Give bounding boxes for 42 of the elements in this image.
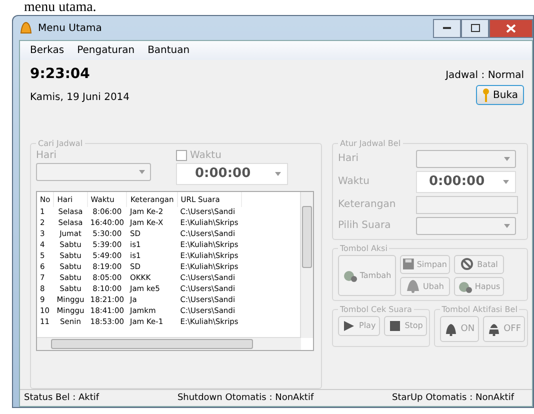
close-icon — [506, 24, 516, 32]
menu-item[interactable]: Bantuan — [148, 45, 190, 56]
group-title: Cari Jadwal — [37, 138, 84, 148]
dropdown-arrow-icon — [275, 172, 281, 176]
stop-icon — [388, 318, 402, 332]
bell-icon — [444, 322, 458, 336]
schedule-status: Jadwal : Normal — [446, 70, 524, 81]
window-title: Menu Utama — [38, 22, 102, 34]
date-text: Kamis, 19 Juni 2014 — [30, 92, 131, 103]
group-title: Tombol Cek Suara — [339, 304, 413, 314]
bell-icon — [406, 279, 420, 293]
maximize-icon — [470, 24, 480, 32]
no-entry-icon — [460, 257, 474, 271]
key-icon — [482, 88, 490, 102]
close-button[interactable] — [489, 18, 533, 38]
dropdown-arrow-icon — [139, 170, 145, 174]
field-label: Keterangan — [338, 199, 397, 210]
field-label: Pilih Suara — [338, 220, 392, 231]
bell-icon — [486, 322, 501, 336]
bell-icon — [19, 21, 33, 35]
day-label: Hari — [36, 150, 58, 160]
field-label: Waktu — [338, 176, 370, 187]
dropdown-arrow-icon — [503, 180, 509, 184]
menu-item[interactable]: Pengaturan — [77, 45, 135, 56]
document-caption: menu utama. — [23, 0, 98, 15]
group-title: Tombol Aktifasi Bel — [440, 304, 518, 314]
group-title: Tombol Aksi — [339, 244, 388, 252]
status-text: StarUp Otomatis : NonAktif — [392, 393, 514, 403]
open-button[interactable]: Buka — [476, 85, 524, 105]
play-icon — [342, 318, 356, 332]
group-title: Atur Jadwal Bel — [339, 138, 402, 148]
dropdown-arrow-icon — [504, 156, 510, 160]
menu-item[interactable]: Berkas — [30, 45, 64, 56]
dropdown-arrow-icon — [504, 224, 510, 228]
status-text: Status Bel : Aktif — [24, 393, 100, 403]
clock-text: 9:23:04 — [30, 66, 91, 82]
maximize-button[interactable] — [461, 18, 489, 38]
floppy-icon — [403, 257, 414, 271]
minimize-button[interactable] — [433, 18, 461, 38]
field-label: Hari — [338, 153, 360, 164]
minimize-icon — [443, 27, 451, 29]
status-text: Shutdown Otomatis : NonAktif — [177, 393, 314, 403]
